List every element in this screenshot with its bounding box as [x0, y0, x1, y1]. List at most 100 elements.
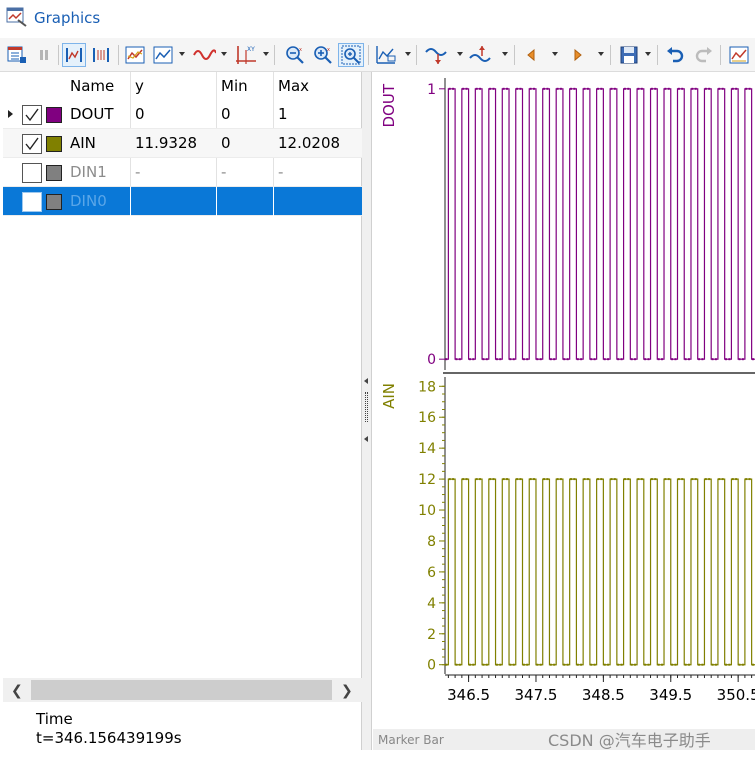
- signal-axis-label: DOUT: [380, 83, 398, 127]
- sample-point: [617, 663, 620, 666]
- save-dropdown-arrow[interactable]: [645, 52, 651, 56]
- pause-icon: [40, 50, 48, 60]
- signal-checkbox-ain[interactable]: [22, 134, 42, 154]
- sample-point: [600, 87, 603, 90]
- signal-name: AIN: [70, 134, 96, 152]
- signal-color-swatch[interactable]: [46, 165, 62, 181]
- sample-point: [751, 663, 754, 666]
- sample-point: [667, 87, 670, 90]
- signal-max: 1: [278, 105, 288, 123]
- signal-style-dropdown-arrow[interactable]: [221, 52, 227, 56]
- column-header-min[interactable]: Min: [221, 77, 248, 95]
- signal-color-swatch[interactable]: [46, 107, 62, 123]
- current-row-indicator-icon: [8, 110, 13, 118]
- fit-x-icon: [66, 48, 82, 62]
- sample-point: [455, 358, 458, 361]
- sample-point: [553, 663, 556, 666]
- signal-plots[interactable]: DOUT 10AIN 181614121086420346.5 347.5 348.5 3…: [373, 72, 755, 729]
- sample-point: [553, 358, 556, 361]
- sample-point: [728, 358, 731, 361]
- splitter-grip[interactable]: [365, 392, 368, 422]
- cursor-up-dropdown-arrow[interactable]: [502, 52, 508, 56]
- cursor-down-button[interactable]: [422, 43, 454, 67]
- sample-point: [684, 358, 687, 361]
- svg-text:x: x: [299, 47, 302, 53]
- signal-name: DIN1: [70, 163, 107, 181]
- column-header-name[interactable]: Name: [70, 77, 114, 95]
- chart-layout-button[interactable]: [372, 43, 400, 67]
- zoom-box-button[interactable]: [338, 43, 364, 67]
- sample-point: [725, 358, 728, 361]
- sample-point: [485, 663, 488, 666]
- chart-options-dropdown-arrow[interactable]: [179, 52, 185, 56]
- sample-point: [650, 478, 653, 481]
- scroll-right-icon[interactable]: ❯: [341, 683, 353, 699]
- zoom-in-x-button[interactable]: x: [310, 43, 336, 67]
- chart-settings-button[interactable]: [726, 43, 752, 67]
- cursor-down-dropdown-arrow[interactable]: [457, 52, 463, 56]
- sample-point: [559, 87, 562, 90]
- sample-point: [580, 663, 583, 666]
- signal-checkbox-dout[interactable]: [22, 105, 42, 125]
- signal-checkbox-din1[interactable]: [22, 163, 42, 183]
- previous-dropdown-arrow[interactable]: [552, 52, 558, 56]
- xy-mode-button[interactable]: XY: [232, 43, 260, 67]
- undo-button[interactable]: [663, 43, 687, 67]
- sample-point: [512, 663, 515, 666]
- collapse-arrow-icon[interactable]: [364, 436, 368, 442]
- pause-button[interactable]: [34, 43, 54, 67]
- xy-mode-dropdown-arrow[interactable]: [263, 52, 269, 56]
- sample-point: [745, 87, 748, 90]
- sample-point: [657, 663, 660, 666]
- next-dropdown-arrow[interactable]: [598, 52, 604, 56]
- checkmark-icon: [25, 137, 39, 151]
- fit-x-button[interactable]: [62, 43, 86, 67]
- signal-color-swatch[interactable]: [46, 194, 62, 210]
- sample-point: [586, 478, 589, 481]
- sample-point: [661, 358, 663, 361]
- y-tick-label: 1: [427, 82, 436, 98]
- column-header-max[interactable]: Max: [278, 77, 309, 95]
- signal-row-din1[interactable]: DIN1 - - -: [3, 158, 362, 187]
- sample-point: [576, 663, 579, 666]
- sample-point: [536, 663, 539, 666]
- fit-y-button[interactable]: [89, 43, 113, 67]
- sample-point: [479, 87, 482, 90]
- signal-style-button[interactable]: [190, 43, 218, 67]
- redo-button[interactable]: [692, 43, 716, 67]
- title-bar: Graphics: [0, 0, 755, 38]
- arrow-left-icon: [527, 48, 535, 62]
- scrollbar-thumb[interactable]: [31, 680, 332, 700]
- chart-add-button[interactable]: [122, 43, 148, 67]
- next-button[interactable]: [567, 43, 589, 67]
- sample-point: [664, 478, 667, 481]
- horizontal-scrollbar[interactable]: ❮ ❯: [3, 678, 362, 702]
- cursor-up-button[interactable]: [466, 43, 498, 67]
- y-tick-label: 0: [427, 658, 436, 674]
- previous-button[interactable]: [520, 43, 542, 67]
- column-header-y[interactable]: y: [135, 77, 144, 95]
- sample-point: [549, 663, 552, 666]
- signal-checkbox-din0[interactable]: [22, 192, 42, 212]
- sample-point: [613, 87, 616, 90]
- signal-row-ain[interactable]: AIN 11.9328 0 12.0208: [3, 129, 362, 158]
- scroll-left-icon[interactable]: ❮: [11, 683, 23, 699]
- save-button[interactable]: [616, 43, 642, 67]
- chart-layout-dropdown-arrow[interactable]: [405, 52, 411, 56]
- signal-row-din0[interactable]: DIN0: [3, 187, 362, 216]
- signal-color-swatch[interactable]: [46, 136, 62, 152]
- sample-point: [563, 358, 566, 361]
- chart-options-button[interactable]: [150, 43, 176, 67]
- signal-list-button[interactable]: [4, 43, 30, 67]
- panel-splitter[interactable]: [362, 72, 372, 750]
- sample-point: [590, 663, 593, 666]
- sample-point: [644, 663, 647, 666]
- zoom-out-x-button[interactable]: x: [282, 43, 308, 67]
- sample-point: [580, 358, 583, 361]
- sample-point: [445, 358, 448, 361]
- collapse-arrow-icon[interactable]: [364, 378, 368, 384]
- chart-settings-icon: [729, 46, 749, 64]
- signal-row-dout[interactable]: DOUT 0 0 1: [3, 100, 362, 129]
- plot-area[interactable]: DOUT 1 0 AIN 18 16 14 12 10 8 6 4 2 0 346.5 347.5 348.5 3…: [373, 72, 755, 750]
- sample-point: [475, 87, 478, 90]
